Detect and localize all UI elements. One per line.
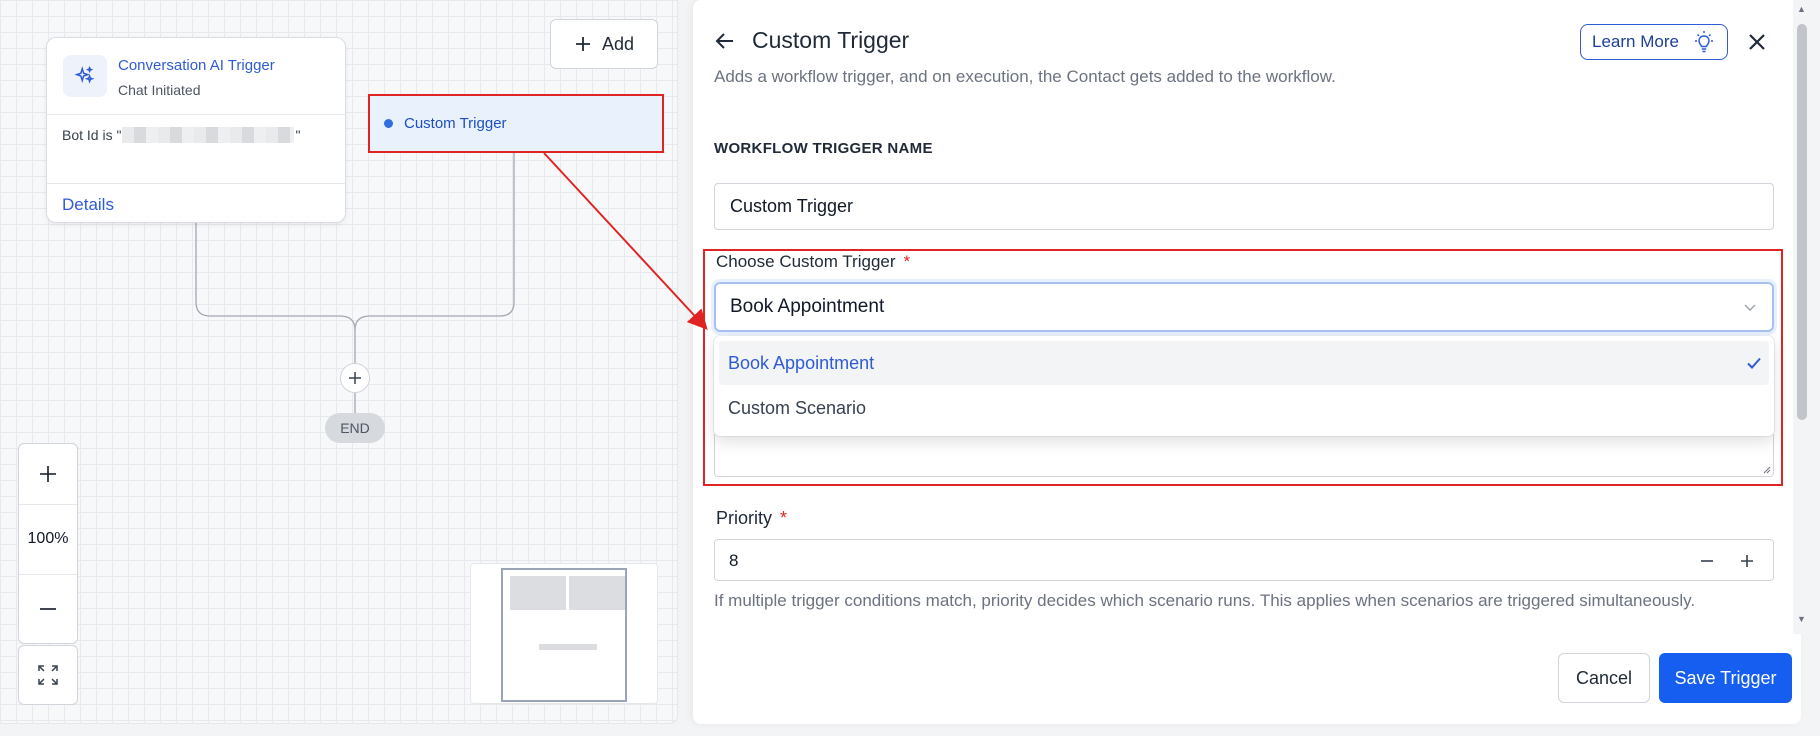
connector-right [354, 153, 515, 331]
panel-title: Custom Trigger [752, 27, 910, 53]
custom-trigger-node[interactable]: Custom Trigger [368, 94, 664, 153]
learn-more-label: Learn More [1592, 32, 1679, 51]
lightbulb-icon [1695, 31, 1713, 53]
custom-trigger-dropdown: Book Appointment Custom Scenario [714, 336, 1774, 436]
minimap-node [510, 576, 566, 610]
dropdown-option[interactable]: Book Appointment [719, 341, 1769, 385]
node-title: Conversation AI Trigger [118, 57, 275, 74]
trigger-name-input[interactable] [714, 183, 1774, 230]
details-link[interactable]: Details [62, 195, 114, 215]
add-step-button[interactable] [340, 363, 370, 393]
condition-prefix: Bot Id is " [62, 127, 122, 143]
custom-trigger-select[interactable]: Book Appointment [714, 282, 1774, 332]
option-label: Custom Scenario [728, 397, 867, 418]
required-mark: * [780, 508, 788, 528]
description-textarea[interactable] [714, 432, 1774, 477]
plus-icon [1741, 555, 1753, 567]
minimap-node [569, 576, 625, 610]
zoom-out-button[interactable] [19, 574, 77, 644]
priority-label-text: Priority [716, 508, 773, 528]
minus-icon [40, 608, 56, 610]
back-arrow-icon[interactable] [713, 29, 737, 53]
option-label: Book Appointment [728, 352, 875, 373]
zoom-in-button[interactable] [19, 444, 77, 504]
add-button-label: Add [601, 33, 635, 54]
close-icon[interactable] [1745, 30, 1769, 54]
node-condition: Bot Id is " " [62, 127, 300, 143]
choose-label-text: Choose Custom Trigger [716, 252, 896, 271]
end-node: END [325, 413, 385, 443]
plus-icon [40, 466, 56, 482]
learn-more-button[interactable]: Learn More [1580, 24, 1728, 60]
workflow-canvas[interactable]: Conversation AI Trigger Chat Initiated B… [0, 0, 678, 724]
custom-trigger-node-label: Custom Trigger [404, 115, 507, 132]
connector-left [195, 223, 356, 363]
priority-label: Priority * [716, 508, 787, 529]
plus-icon [575, 37, 590, 51]
increment-button[interactable] [1735, 549, 1759, 573]
plus-icon [349, 372, 361, 384]
add-button[interactable]: Add [550, 19, 658, 69]
trigger-name-label: WORKFLOW TRIGGER NAME [714, 140, 933, 157]
save-trigger-button[interactable]: Save Trigger [1659, 653, 1792, 703]
chevron-down-icon [1744, 304, 1756, 311]
divider [47, 183, 345, 184]
check-icon [1747, 357, 1761, 369]
sparkle-icon [63, 55, 107, 97]
panel-description: Adds a workflow trigger, and on executio… [714, 67, 1336, 86]
conversation-ai-trigger-node[interactable]: Conversation AI Trigger Chat Initiated B… [46, 37, 346, 223]
trigger-settings-panel: Custom Trigger Adds a workflow trigger, … [693, 0, 1801, 724]
status-dot-icon [384, 119, 393, 128]
resize-grip-icon[interactable] [1761, 464, 1771, 474]
dropdown-option[interactable]: Custom Scenario [719, 386, 1769, 430]
divider [47, 114, 345, 115]
required-mark: * [903, 252, 911, 271]
minus-icon [1701, 560, 1713, 562]
cancel-button[interactable]: Cancel [1558, 653, 1650, 703]
minimap[interactable] [470, 563, 658, 704]
selected-value: Book Appointment [730, 296, 885, 317]
redacted-bot-id [122, 127, 295, 143]
node-subtitle: Chat Initiated [118, 82, 201, 98]
condition-suffix: " [295, 127, 301, 143]
priority-value: 8 [729, 551, 739, 570]
choose-custom-trigger-label: Choose Custom Trigger * [716, 252, 910, 272]
fit-view-button[interactable] [18, 645, 78, 705]
decrement-button[interactable] [1695, 549, 1719, 573]
minimap-node [539, 644, 597, 650]
priority-help-text: If multiple trigger conditions match, pr… [714, 591, 1696, 610]
expand-icon [38, 665, 58, 685]
scroll-down-icon[interactable]: ▼ [1797, 614, 1806, 624]
scroll-up-icon[interactable]: ▲ [1797, 4, 1806, 14]
zoom-controls: 100% [18, 443, 78, 644]
scrollbar-thumb[interactable] [1797, 24, 1807, 420]
zoom-level: 100% [27, 530, 69, 547]
priority-stepper[interactable]: 8 [714, 539, 1774, 581]
